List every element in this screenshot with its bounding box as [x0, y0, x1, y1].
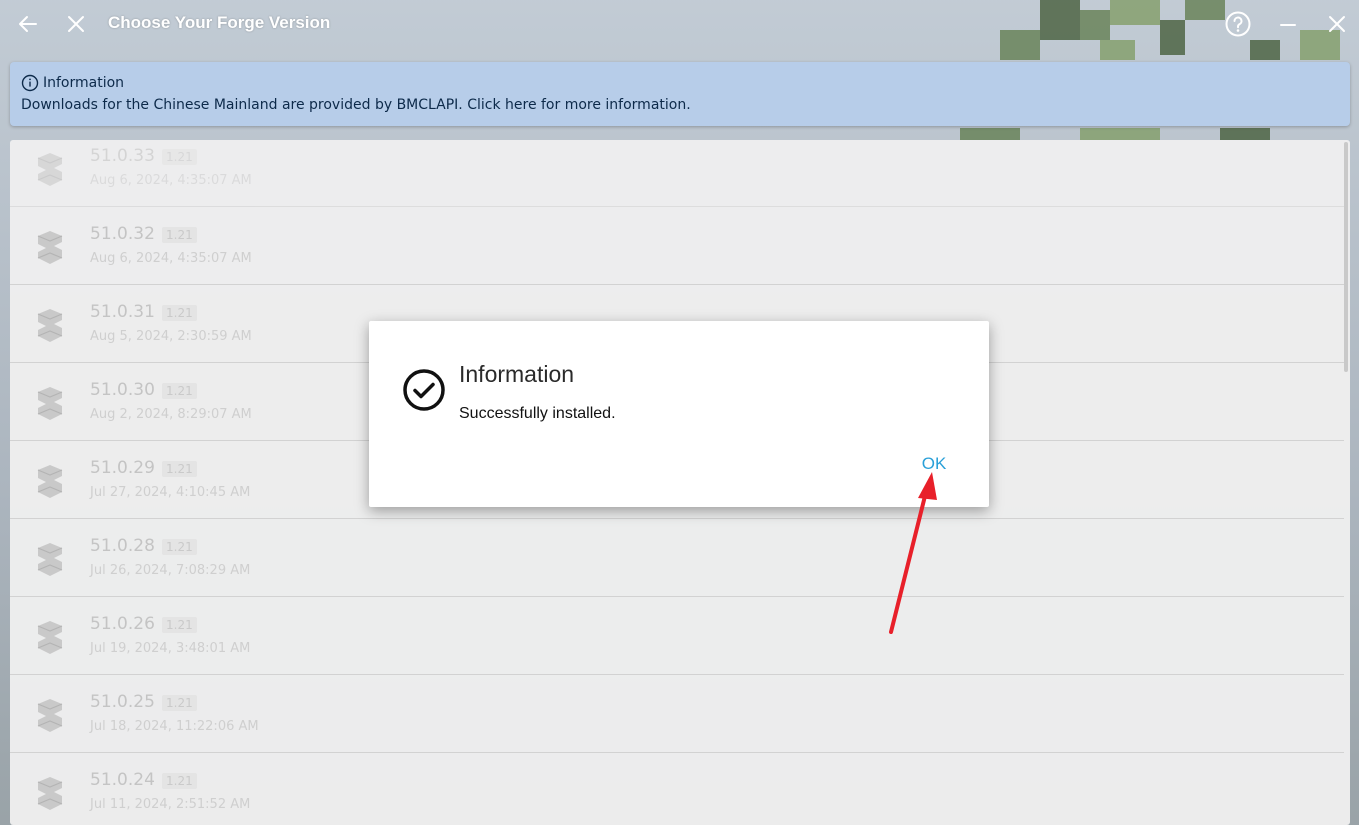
dialog-title: Information	[459, 361, 575, 387]
check-circle-icon	[403, 369, 445, 411]
info-dialog: Information Successfully installed. OK	[369, 321, 989, 507]
dialog-message: Successfully installed.	[459, 405, 616, 422]
ok-button[interactable]: OK	[909, 451, 959, 477]
dialog-overlay: Information Successfully installed. OK	[0, 0, 1359, 825]
